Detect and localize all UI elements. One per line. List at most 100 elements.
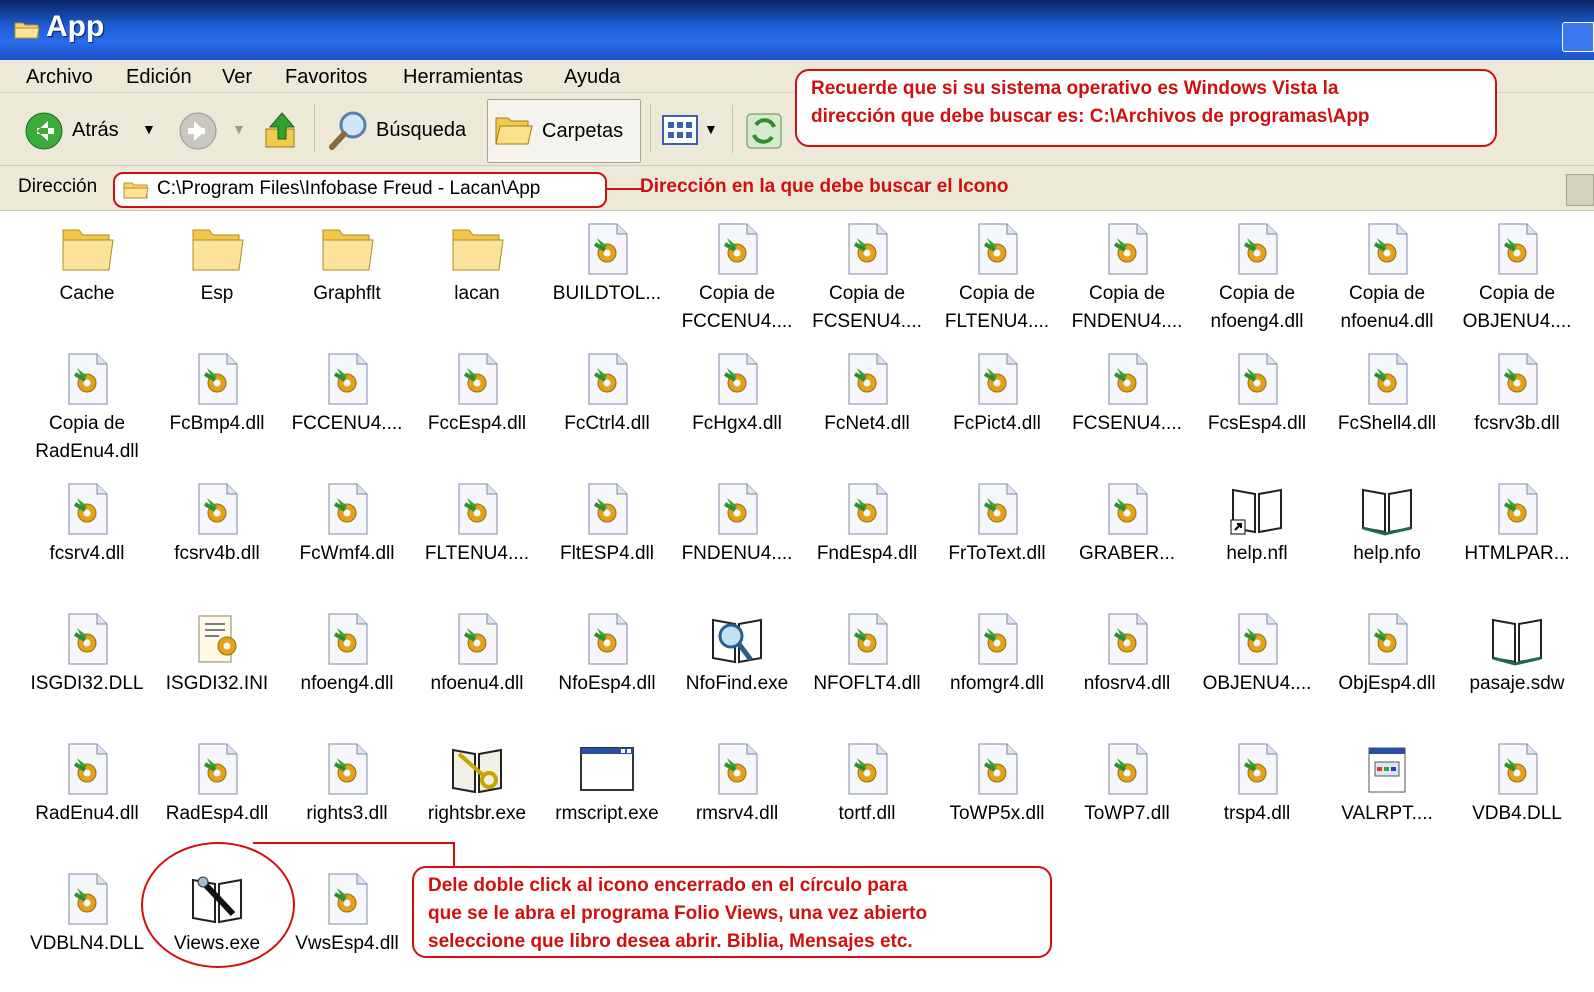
up-folder-button[interactable] [262, 109, 302, 157]
menu-archivo[interactable]: Archivo [26, 66, 93, 89]
file-item[interactable]: FcNet4.dll [802, 342, 932, 472]
file-item[interactable]: rmsrv4.dll [672, 732, 802, 862]
file-item[interactable]: FcBmp4.dll [152, 342, 282, 472]
file-item[interactable]: pasaje.sdw [1452, 602, 1582, 732]
file-name: help.nfo [1353, 543, 1421, 564]
file-item[interactable]: FLTENU4.... [412, 472, 542, 602]
menu-edicion[interactable]: Edición [126, 66, 192, 89]
file-item[interactable]: Copia de OBJENU4.... [1452, 212, 1582, 342]
file-name: Copia de FNDENU4.... [1071, 283, 1183, 332]
file-item[interactable]: NFOFLT4.dll [802, 602, 932, 732]
file-item[interactable]: help.nfo [1322, 472, 1452, 602]
file-item[interactable]: VDB4.DLL [1452, 732, 1582, 862]
file-item[interactable]: Copia de FCSENU4.... [802, 212, 932, 342]
views-dropdown-icon[interactable]: ▼ [704, 121, 718, 137]
menu-herramientas[interactable]: Herramientas [403, 66, 523, 89]
dll-file-icon [837, 610, 897, 668]
file-item[interactable]: fcsrv4.dll [22, 472, 152, 602]
sync-button[interactable] [744, 111, 784, 157]
file-item[interactable]: VDBLN4.DLL [22, 862, 152, 992]
file-item[interactable]: HTMLPAR... [1452, 472, 1582, 602]
file-item[interactable]: Copia de FNDENU4.... [1062, 212, 1192, 342]
file-item[interactable]: FltESP4.dll [542, 472, 672, 602]
file-name: fcsrv3b.dll [1474, 413, 1560, 434]
file-item[interactable]: nfosrv4.dll [1062, 602, 1192, 732]
file-item[interactable]: Copia de nfoeng4.dll [1192, 212, 1322, 342]
file-item[interactable]: VALRPT.... [1322, 732, 1452, 862]
file-item[interactable]: tortf.dll [802, 732, 932, 862]
file-item[interactable]: Copia de RadEnu4.dll [22, 342, 152, 472]
back-label: Atrás [72, 119, 119, 141]
file-item[interactable]: BUILDTOL... [542, 212, 672, 342]
file-name: FcWmf4.dll [299, 543, 395, 564]
file-item[interactable]: fcsrv3b.dll [1452, 342, 1582, 472]
file-item[interactable]: FcCtrl4.dll [542, 342, 672, 472]
file-item[interactable]: NfoEsp4.dll [542, 602, 672, 732]
file-name: Copia de FCCENU4.... [681, 283, 793, 332]
dll-file-icon [187, 350, 247, 408]
file-item[interactable]: GRABER... [1062, 472, 1192, 602]
folder-icon [123, 180, 149, 204]
file-item[interactable]: Graphflt [282, 212, 412, 342]
forward-dropdown-icon[interactable]: ▼ [232, 121, 246, 137]
address-field[interactable]: C:\Program Files\Infobase Freud - Lacan\… [113, 172, 607, 208]
views-callout-line [453, 842, 455, 866]
file-item[interactable]: FndEsp4.dll [802, 472, 932, 602]
file-item[interactable]: trsp4.dll [1192, 732, 1322, 862]
menu-ayuda[interactable]: Ayuda [564, 66, 620, 89]
menu-favoritos[interactable]: Favoritos [285, 66, 367, 89]
file-item[interactable]: Esp [152, 212, 282, 342]
menu-ver[interactable]: Ver [222, 66, 252, 89]
file-item[interactable]: FCCENU4.... [282, 342, 412, 472]
file-item[interactable]: FrToText.dll [932, 472, 1062, 602]
book-search-icon [707, 610, 767, 668]
file-item[interactable]: Copia de nfoenu4.dll [1322, 212, 1452, 342]
file-item[interactable]: NfoFind.exe [672, 602, 802, 732]
views-callout-line1: Dele doble click al icono encerrado en e… [428, 875, 908, 896]
file-item[interactable]: FcWmf4.dll [282, 472, 412, 602]
file-item[interactable]: FccEsp4.dll [412, 342, 542, 472]
forward-button[interactable] [178, 111, 218, 157]
file-item[interactable]: ObjEsp4.dll [1322, 602, 1452, 732]
file-item[interactable]: help.nfl [1192, 472, 1322, 602]
file-item[interactable]: fcsrv4b.dll [152, 472, 282, 602]
toolbar-separator [732, 105, 733, 153]
dll-file-icon [967, 350, 1027, 408]
dll-file-icon [317, 870, 377, 928]
file-item[interactable]: OBJENU4.... [1192, 602, 1322, 732]
folder-icon [447, 220, 507, 278]
file-name: VALRPT.... [1341, 803, 1433, 824]
file-item[interactable]: FcHgx4.dll [672, 342, 802, 472]
address-scroll-button[interactable] [1566, 174, 1594, 206]
file-item[interactable]: RadEnu4.dll [22, 732, 152, 862]
file-item[interactable]: ToWP7.dll [1062, 732, 1192, 862]
file-item[interactable]: ToWP5x.dll [932, 732, 1062, 862]
file-item[interactable]: Copia de FCCENU4.... [672, 212, 802, 342]
file-item[interactable]: FcPict4.dll [932, 342, 1062, 472]
dll-file-icon [837, 220, 897, 278]
title-bar: App [0, 0, 1594, 60]
file-item[interactable]: VwsEsp4.dll [282, 862, 412, 992]
file-item[interactable]: FcShell4.dll [1322, 342, 1452, 472]
file-item[interactable]: nfomgr4.dll [932, 602, 1062, 732]
file-item[interactable]: Copia de FLTENU4.... [932, 212, 1062, 342]
minimize-button[interactable] [1562, 22, 1594, 52]
file-item[interactable]: Cache [22, 212, 152, 342]
file-name: Cache [59, 283, 115, 304]
report-icon [1357, 740, 1417, 798]
file-item[interactable]: nfoeng4.dll [282, 602, 412, 732]
file-item[interactable]: rmscript.exe [542, 732, 672, 862]
back-button[interactable] [24, 111, 64, 157]
back-dropdown-icon[interactable]: ▼ [142, 121, 156, 137]
file-item[interactable]: FcsEsp4.dll [1192, 342, 1322, 472]
file-item[interactable]: FNDENU4.... [672, 472, 802, 602]
file-item[interactable]: ISGDI32.INI [152, 602, 282, 732]
file-item[interactable]: nfoenu4.dll [412, 602, 542, 732]
file-item[interactable]: lacan [412, 212, 542, 342]
views-button[interactable] [662, 115, 698, 151]
file-item[interactable]: ISGDI32.DLL [22, 602, 152, 732]
file-item[interactable]: FCSENU4.... [1062, 342, 1192, 472]
search-button[interactable] [328, 109, 372, 159]
folder-icon [187, 220, 247, 278]
folders-button[interactable]: Carpetas [487, 99, 641, 163]
